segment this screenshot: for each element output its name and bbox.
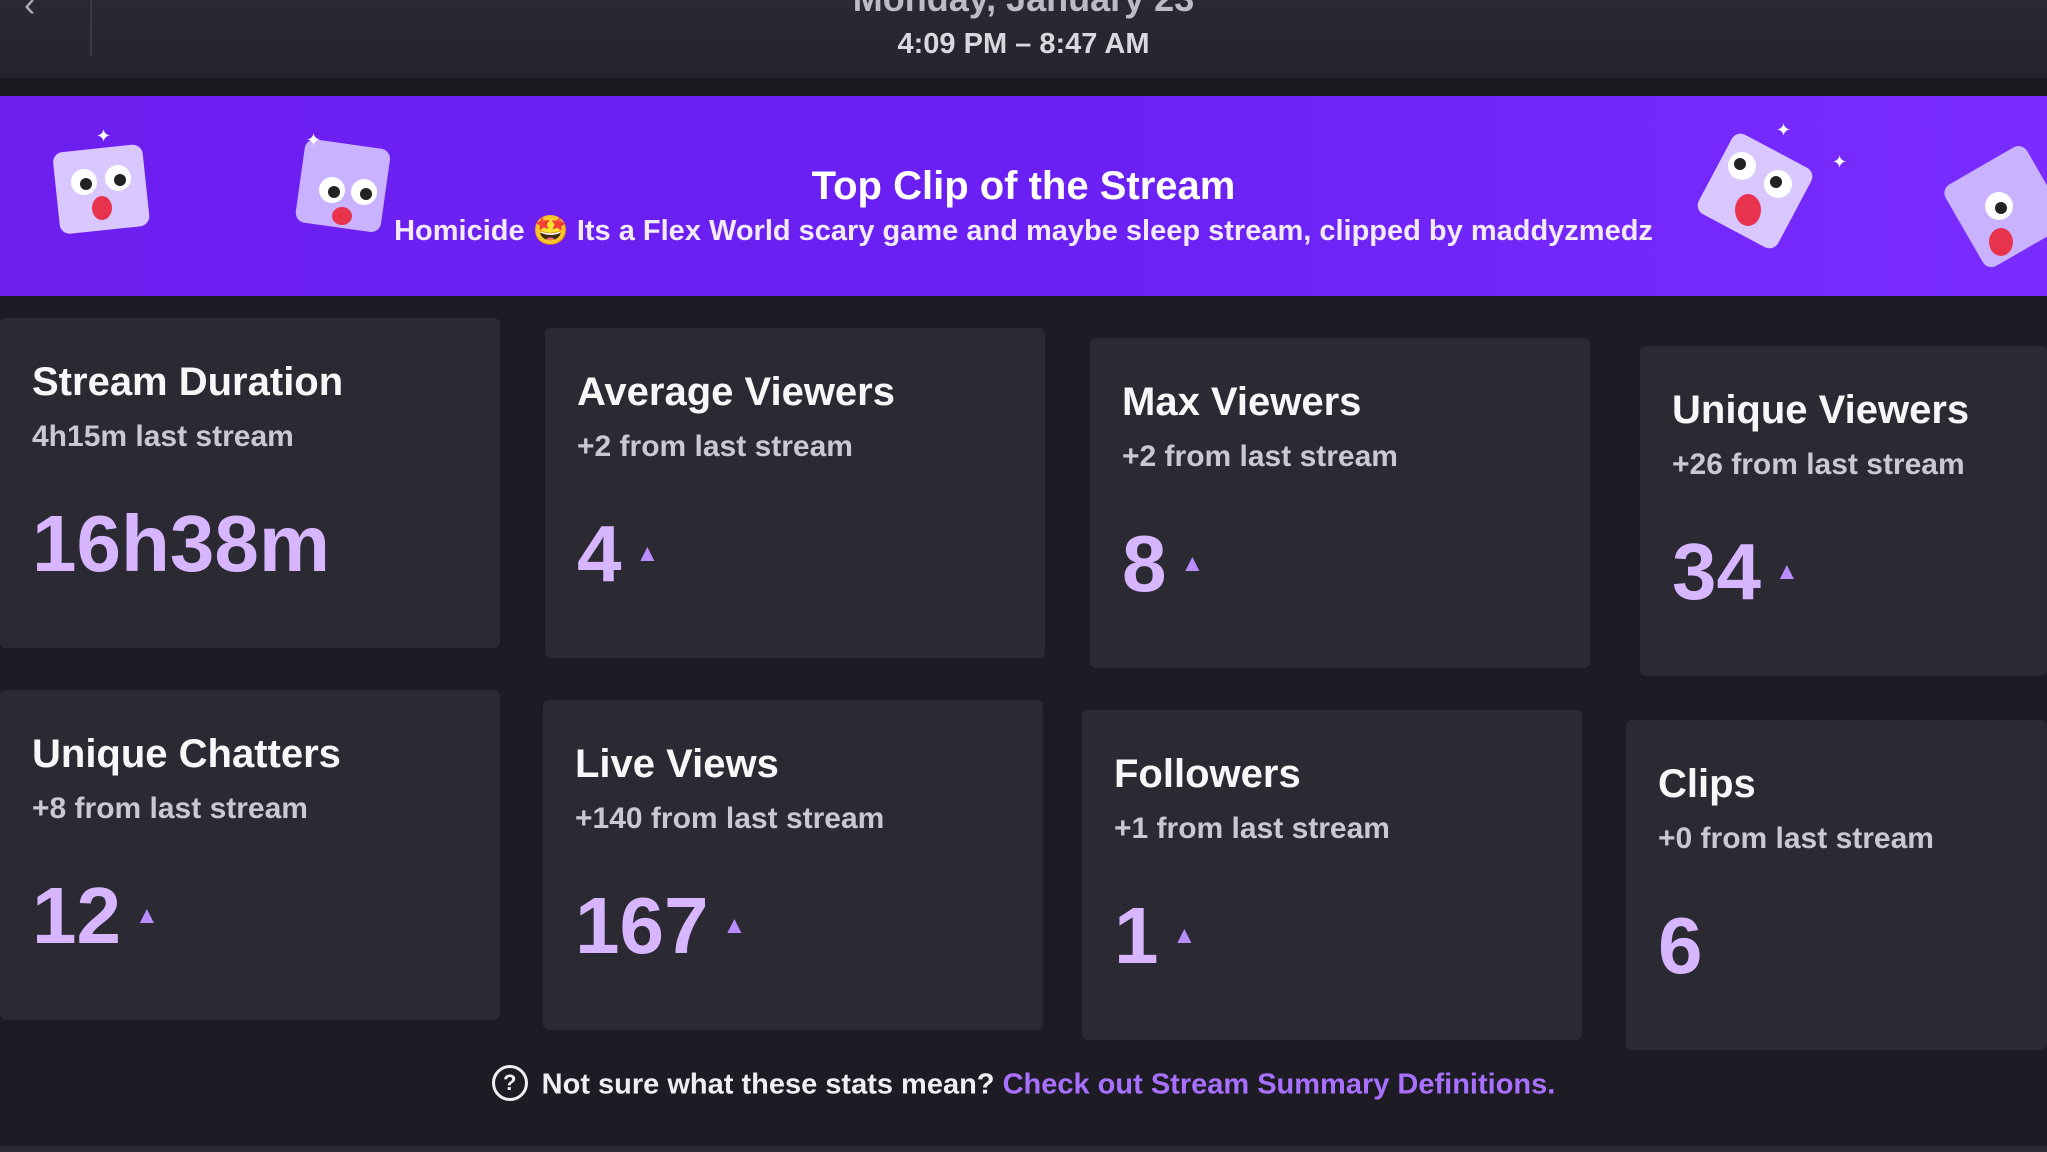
caret-up-icon: ▲ bbox=[1172, 921, 1197, 949]
stream-time-range: 4:09 PM – 8:47 AM bbox=[897, 28, 1150, 60]
stat-card-max-viewers: Max Viewers +2 from last stream 8 ▲ bbox=[1090, 338, 1590, 668]
stat-title: Live Views bbox=[575, 742, 779, 786]
stat-subtitle: +26 from last stream bbox=[1672, 448, 1965, 481]
stat-value: 6 bbox=[1658, 906, 1703, 986]
bottom-rule bbox=[0, 1146, 2047, 1152]
stat-value-text: 8 bbox=[1122, 519, 1167, 608]
stat-value: 4 ▲ bbox=[577, 514, 659, 594]
caret-up-icon: ▲ bbox=[1180, 549, 1205, 577]
caret-up-icon: ▲ bbox=[134, 901, 159, 929]
stat-value: 1 ▲ bbox=[1114, 896, 1196, 976]
stat-card-followers: Followers +1 from last stream 1 ▲ bbox=[1082, 710, 1582, 1040]
sparkle-icon: ✦ bbox=[96, 126, 112, 146]
stat-value-text: 167 bbox=[575, 881, 709, 970]
stat-title: Average Viewers bbox=[577, 370, 895, 414]
stat-card-unique-chatters: Unique Chatters +8 from last stream 12 ▲ bbox=[0, 690, 500, 1020]
stat-subtitle: +2 from last stream bbox=[1122, 440, 1398, 473]
stat-value-text: 6 bbox=[1658, 901, 1703, 990]
stat-card-live-views: Live Views +140 from last stream 167 ▲ bbox=[543, 700, 1043, 1030]
stat-title: Followers bbox=[1114, 752, 1301, 796]
question-circle-icon: ? bbox=[491, 1065, 528, 1101]
top-clip-title: Top Clip of the Stream bbox=[811, 164, 1236, 208]
stat-value-text: 4 bbox=[577, 509, 622, 598]
stat-value: 8 ▲ bbox=[1122, 524, 1204, 604]
stat-card-stream-duration: Stream Duration 4h15m last stream 16h38m bbox=[0, 318, 500, 648]
stat-value: 12 ▲ bbox=[32, 876, 159, 956]
stats-help: ? Not sure what these stats mean? Check o… bbox=[0, 1065, 2047, 1104]
stat-value: 16h38m bbox=[32, 504, 330, 584]
stat-title: Unique Chatters bbox=[32, 732, 341, 776]
caret-up-icon: ▲ bbox=[1774, 557, 1799, 585]
stat-title: Unique Viewers bbox=[1672, 388, 1970, 432]
stat-card-clips: Clips +0 from last stream 6 bbox=[1626, 720, 2047, 1050]
stat-subtitle: +1 from last stream bbox=[1114, 812, 1390, 845]
caret-up-icon: ▲ bbox=[635, 539, 660, 567]
divider bbox=[0, 78, 2047, 96]
stat-subtitle: +8 from last stream bbox=[32, 792, 308, 825]
stat-value: 167 ▲ bbox=[575, 886, 746, 966]
top-clip-banner[interactable]: ✦ ✦ ✦ ✦ Top Clip of the Stream Homicide … bbox=[0, 96, 2047, 296]
sparkle-icon: ✦ bbox=[1776, 120, 1792, 140]
stat-value-text: 34 bbox=[1672, 527, 1761, 616]
top-bar: ‹ Monday, January 23 4:09 PM – 8:47 AM bbox=[0, 0, 2047, 78]
stat-value-text: 1 bbox=[1114, 891, 1159, 980]
stat-value-text: 16h38m bbox=[32, 499, 330, 588]
stream-summary-definitions-link[interactable]: Check out Stream Summary Definitions. bbox=[1003, 1069, 1556, 1101]
stream-date: Monday, January 23 bbox=[0, 0, 2047, 20]
sparkle-icon: ✦ bbox=[306, 130, 322, 150]
stat-subtitle: +2 from last stream bbox=[577, 430, 853, 463]
stat-subtitle: +140 from last stream bbox=[575, 802, 885, 835]
stat-title: Max Viewers bbox=[1122, 380, 1362, 424]
stat-value: 34 ▲ bbox=[1672, 532, 1799, 612]
stat-title: Stream Duration bbox=[32, 360, 344, 404]
stat-title: Clips bbox=[1658, 762, 1756, 806]
help-question: Not sure what these stats mean? bbox=[541, 1068, 995, 1101]
caret-up-icon: ▲ bbox=[722, 911, 747, 939]
stat-value-text: 12 bbox=[32, 871, 121, 960]
top-clip-name[interactable]: Homicide 🤩 Its a Flex World scary game a… bbox=[0, 214, 2047, 248]
stat-subtitle: +0 from last stream bbox=[1658, 822, 1934, 855]
stat-card-unique-viewers: Unique Viewers +26 from last stream 34 ▲ bbox=[1640, 346, 2047, 676]
stat-card-average-viewers: Average Viewers +2 from last stream 4 ▲ bbox=[545, 328, 1045, 658]
stat-subtitle: 4h15m last stream bbox=[32, 420, 294, 453]
